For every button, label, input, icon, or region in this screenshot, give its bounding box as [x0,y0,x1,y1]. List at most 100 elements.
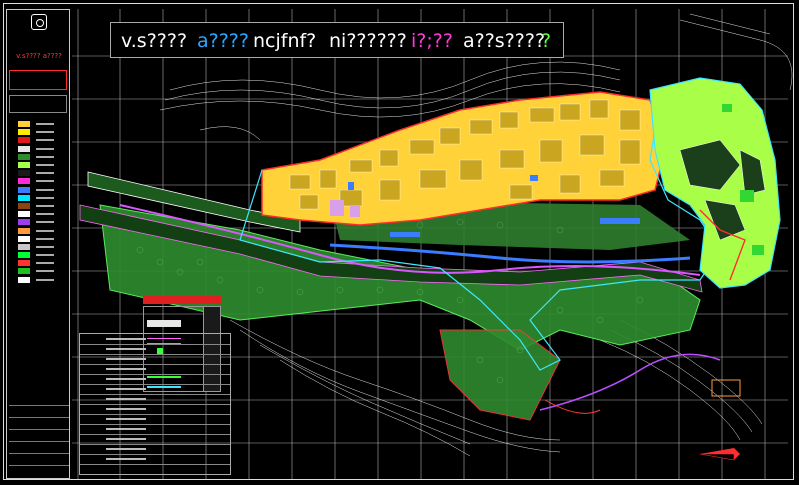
legend-swatch [18,211,30,218]
description-row-line [80,374,230,375]
legend-row [14,267,74,275]
southern-road [539,353,721,411]
legend-row [14,194,74,202]
legend-label-placeholder [36,270,54,273]
legend-swatch [18,153,30,160]
legend-row [14,218,74,226]
legend-label-placeholder [36,262,54,265]
legend-row [14,210,74,218]
legend-label-placeholder [36,164,54,167]
legend-label-placeholder [36,278,54,281]
legend-label-placeholder [36,229,54,232]
legend-row [14,153,74,161]
legend-row [14,226,74,234]
description-row-text [106,448,146,450]
map-title-part-3: ncjfnf? [253,30,317,52]
legend-row [14,276,74,284]
legend-label-placeholder [36,155,54,158]
legend-swatch [18,260,30,267]
legend-label-placeholder [36,204,54,207]
legend-row [14,136,74,144]
legend-row [14,243,74,251]
legend-label-placeholder [36,180,54,183]
legend-row [14,235,74,243]
legend-row [14,145,74,153]
map-title-part-2: a???? [197,30,249,52]
description-row-line [80,454,230,455]
title-block-red-caption: v.s???? a???? [16,52,62,60]
legend-row [14,169,74,177]
map-title-part-4: ni?????? [329,30,407,52]
legend-swatch [18,243,30,250]
forest-patch-south [439,329,561,421]
description-row-line [80,384,230,385]
description-row-text [106,408,146,410]
legend-label-placeholder [36,147,54,150]
description-row-line [80,424,230,425]
description-row-text [106,418,146,420]
description-row-text [106,378,146,380]
legend-swatch [18,219,30,226]
legend-swatch [18,235,30,242]
legend-swatch [18,268,30,275]
legend-label-placeholder [36,245,54,248]
map-title-part-1: v.s???? [121,30,188,52]
description-row-line [80,394,230,395]
legend-row [14,251,74,259]
legend-row [14,120,74,128]
legend-label-placeholder [36,196,54,199]
legend-row [14,259,74,267]
legend-swatch [18,145,30,152]
legend-swatch [18,227,30,234]
title-block-info-box [9,95,67,113]
key-swatch-white [147,320,181,327]
legend-label-placeholder [36,221,54,224]
description-row-line [80,354,230,355]
description-row-line [80,434,230,435]
legend-row [14,186,74,194]
legend-swatch [18,194,30,201]
key-table-header [143,296,221,304]
description-row-line [80,414,230,415]
legend-swatch [18,202,30,209]
legend-swatch [18,252,30,259]
legend-swatch [18,170,30,177]
legend-swatch [18,137,30,144]
title-block: v.s???? a???? [6,9,70,479]
legend-row [14,177,74,185]
description-row-text [106,398,146,400]
legend-label-placeholder [36,123,54,126]
legend-swatch [18,276,30,283]
map-title-box: v.s???? a???? ncjfnf? ni?????? i?;?? a??… [110,22,564,58]
legend-label-placeholder [36,237,54,240]
legend-label-placeholder [36,188,54,191]
cad-drawing-canvas[interactable]: v.s???? a???? ncjfnf? ni?????? i?;?? a??… [0,0,799,485]
legend [14,120,74,284]
title-block-footer [9,405,69,480]
description-row-text [106,438,146,440]
legend-swatch [18,129,30,136]
legend-swatch [18,186,30,193]
legend-label-placeholder [36,172,54,175]
description-row-text [106,338,146,340]
legend-row [14,202,74,210]
description-row-line [80,444,230,445]
legend-swatch [18,178,30,185]
description-row-text [106,458,146,460]
description-row-text [106,428,146,430]
legend-row [14,128,74,136]
legend-label-placeholder [36,139,54,142]
description-row-line [80,364,230,365]
legend-label-placeholder [36,213,54,216]
municipality-logo-icon [31,14,47,30]
description-row-line [80,344,230,345]
north-arrow-icon [700,448,740,461]
map-title-part-6: a??s???? [463,30,546,52]
description-table [79,333,231,475]
description-row-text [106,388,146,390]
description-row-line [80,464,230,465]
legend-label-placeholder [36,131,54,134]
description-row-text [106,368,146,370]
description-row-text [106,358,146,360]
legend-swatch [18,162,30,169]
